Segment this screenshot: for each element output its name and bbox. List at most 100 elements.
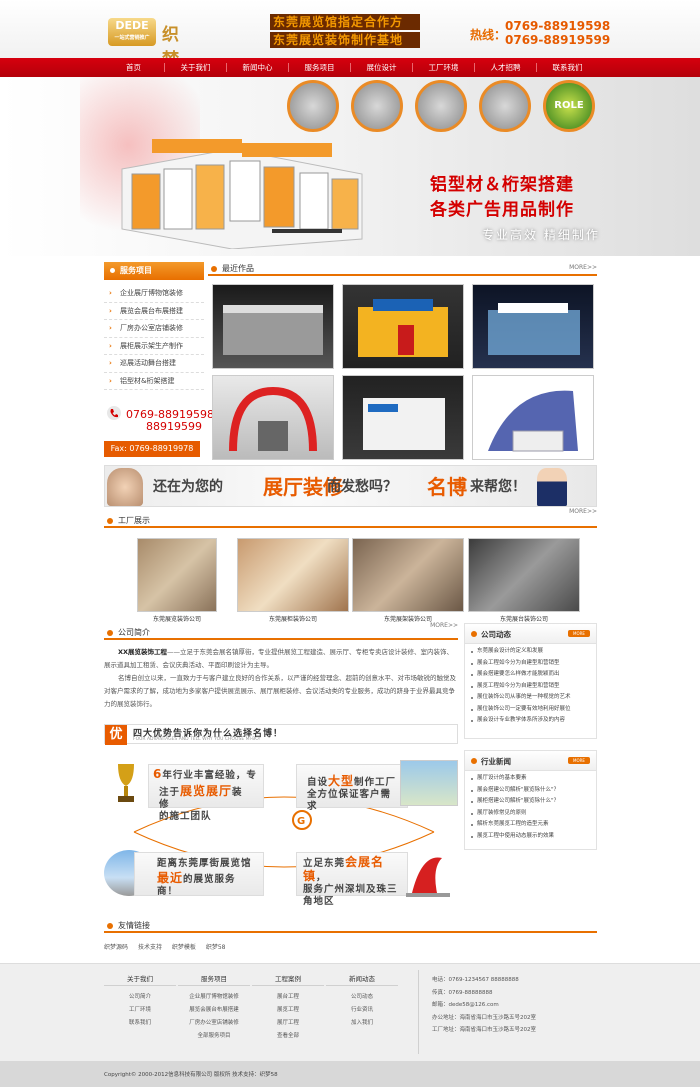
factory-caption[interactable]: 东莞展台装饰公司 [468,614,580,623]
news-item[interactable]: 展览工程中使用动态展示的效果 [469,831,592,843]
friend-link[interactable]: 技术支持 [138,944,162,951]
thumb-role-sign[interactable]: ROLE [543,80,595,132]
site-header: DEDE一站式营销推广 织梦58 东莞展览馆指定合作方 东莞展览装饰制作基地 热… [0,0,700,90]
footer-link[interactable]: 查看全部 [252,1030,324,1043]
news-item[interactable]: 解析东莞展览工程的造型元素 [469,819,592,831]
news-item[interactable]: 展会搭建公司解析"展览除什么"？ [469,785,592,797]
footer-link[interactable]: 行业资讯 [326,1004,398,1017]
footer-link[interactable]: 展台工程 [252,991,324,1004]
factory-caption[interactable]: 东莞展柜装饰公司 [237,614,349,623]
footer-email[interactable]: 邮箱：dede58@126.com [432,999,536,1012]
nav-about[interactable]: 关于我们 [165,58,226,77]
nav-factory[interactable]: 工厂环境 [413,58,474,77]
work-thumb-2[interactable] [342,284,464,369]
company-news-more[interactable]: MORE [568,630,590,637]
work-thumb-3[interactable] [472,284,594,369]
footer-col-heading[interactable]: 新闻动态 [326,972,398,986]
factory-photo-4[interactable] [468,538,580,612]
work-thumb-4[interactable] [212,375,334,460]
promo-highlight-2: 名博 [427,475,467,499]
friend-link[interactable]: 织梦模板 [172,944,196,951]
factory-photo-2[interactable] [237,538,349,612]
news-item[interactable]: 东莞展会设计的定义和发展 [469,646,592,658]
works-title: 最近作品 [222,264,254,273]
work-thumb-5[interactable] [342,375,464,460]
news-item[interactable]: 展览工程如今分为自建型和营销型 [469,681,592,693]
footer-link[interactable]: 展览会展台布展搭建 [178,1004,250,1017]
footer-link[interactable]: 工厂环境 [104,1004,176,1017]
work-thumb-1[interactable] [212,284,334,369]
footer-col-heading[interactable]: 关于我们 [104,972,176,986]
footer-link[interactable]: 全部服务项目 [178,1030,250,1043]
footer-link[interactable]: 加入我们 [326,1017,398,1030]
promo-banner[interactable]: 还在为您的 展厅装修 而发愁吗？ 名博 来帮您！ [104,465,597,507]
thumb-arch-truss[interactable] [479,80,531,132]
work-thumb-6[interactable] [472,375,594,460]
news-item[interactable]: 展厅设计的基本要素 [469,773,592,785]
site-footer: 关于我们 公司简介 工厂环境 联系我们 服务项目 企业展厅博物馆装修 展览会展台… [0,963,700,1061]
advantage-1: 6年行业丰富经验，专 注于展览展厅装修 的施工团队 [148,764,264,822]
service-item[interactable]: 展柜展示架生产制作 [104,338,204,355]
contact-phone-2: 88919599 [146,420,202,433]
service-item[interactable]: 企业展厅博物馆装修 [104,285,204,303]
nav-services[interactable]: 服务项目 [289,58,350,77]
news-item[interactable]: 展柜搭建公司解析"展览除什么"？ [469,796,592,808]
footer-link[interactable]: 公司动态 [326,991,398,1004]
friend-links: 织梦源码 技术支持 织梦模板 织梦58 [104,942,233,951]
thumb-aluminum-profile[interactable] [415,80,467,132]
trophy-icon [112,760,140,810]
footer-contact: 电话：0769-1234567 88888888 传真：0769-8888888… [432,974,536,1037]
intro-text: XX展览装饰工程——立足于东莞会展名镇厚街，专业提供展览工程建造、展示厅、专柜专… [104,646,458,711]
works-more-link[interactable]: MORE>> [569,264,597,271]
services-title: 服务项目 [104,262,204,280]
factory-caption[interactable]: 东莞展览装饰公司 [137,614,217,623]
exhibition-booth-image [121,139,363,249]
footer-link[interactable]: 展厅工程 [252,1017,324,1030]
thumb-rollup-stand[interactable] [351,80,403,132]
news-item[interactable]: 展会设计专业教学体系所涉及的内容 [469,715,592,727]
footer-link[interactable]: 企业展厅博物馆装修 [178,991,250,1004]
footer-link[interactable]: 厂房办公室店铺装修 [178,1017,250,1030]
bullet-icon [107,630,113,636]
service-item[interactable]: 铝型材&桁架搭建 [104,373,204,390]
factory-photo-1[interactable] [137,538,217,612]
hero-banner[interactable]: ROLE 铝型材＆桁架搭建 各类广告用品制作 专业高效 精细制作 [0,77,700,256]
industry-news-more[interactable]: MORE [568,757,590,764]
news-item[interactable]: 展会搭建要怎么样做才能脱颖而出 [469,669,592,681]
footer-link[interactable]: 公司简介 [104,991,176,1004]
sculpture-image [402,848,454,898]
footer-col-heading[interactable]: 工程案例 [252,972,324,986]
news-item[interactable]: 展位装饰公司从事的是一种视觉的艺术 [469,692,592,704]
footer-link[interactable]: 联系我们 [104,1017,176,1030]
nav-contact[interactable]: 联系我们 [537,58,598,77]
footer-col-about: 关于我们 公司简介 工厂环境 联系我们 [104,972,176,1030]
news-item[interactable]: 展会工程如今分为自建型和营销型 [469,658,592,670]
bullet-icon [107,923,113,929]
friend-link[interactable]: 织梦源码 [104,944,128,951]
nav-booth-design[interactable]: 展位设计 [351,58,412,77]
footer-office-address: 办公地址：海南省海口市玉沙路五号202室 [432,1014,536,1021]
footer-col-heading[interactable]: 服务项目 [178,972,250,986]
nav-news[interactable]: 新闻中心 [227,58,288,77]
service-item[interactable]: 巡展活动舞台搭建 [104,355,204,373]
nav-careers[interactable]: 人才招聘 [475,58,536,77]
factory-more-link[interactable]: MORE>> [569,508,597,515]
intro-more-link[interactable]: MORE>> [430,622,458,629]
service-item[interactable]: 厂房办公室店铺装修 [104,320,204,338]
banner-tagline: 专业高效 精细制作 [482,228,600,242]
footer-col-services: 服务项目 企业展厅博物馆装修 展览会展台布展搭建 厂房办公室店铺装修 全部服务项… [178,972,250,1043]
news-item[interactable]: 展厅装修常见的原则 [469,808,592,820]
friend-link[interactable]: 织梦58 [206,944,226,951]
thumb-truss[interactable] [287,80,339,132]
footer-link[interactable]: 展览工程 [252,1004,324,1017]
intro-paragraph-1: XX展览装饰工程——立足于东莞会展名镇厚街，专业提供展览工程建造、展示厅、专柜专… [104,648,454,669]
promo-text-2: 而发愁吗？ [327,479,397,495]
news-item[interactable]: 展位装饰公司一定要有效地利用好展位 [469,704,592,716]
bullet-icon [471,758,477,764]
phone-icon [107,406,121,420]
nav-home[interactable]: 首页 [103,58,164,77]
advantages-badge: 优 [105,725,127,745]
footer-col-cases: 工程案例 展台工程 展览工程 展厅工程 查看全部 [252,972,324,1043]
service-item[interactable]: 展览会展台布展搭建 [104,303,204,320]
factory-photo-3[interactable] [352,538,464,612]
